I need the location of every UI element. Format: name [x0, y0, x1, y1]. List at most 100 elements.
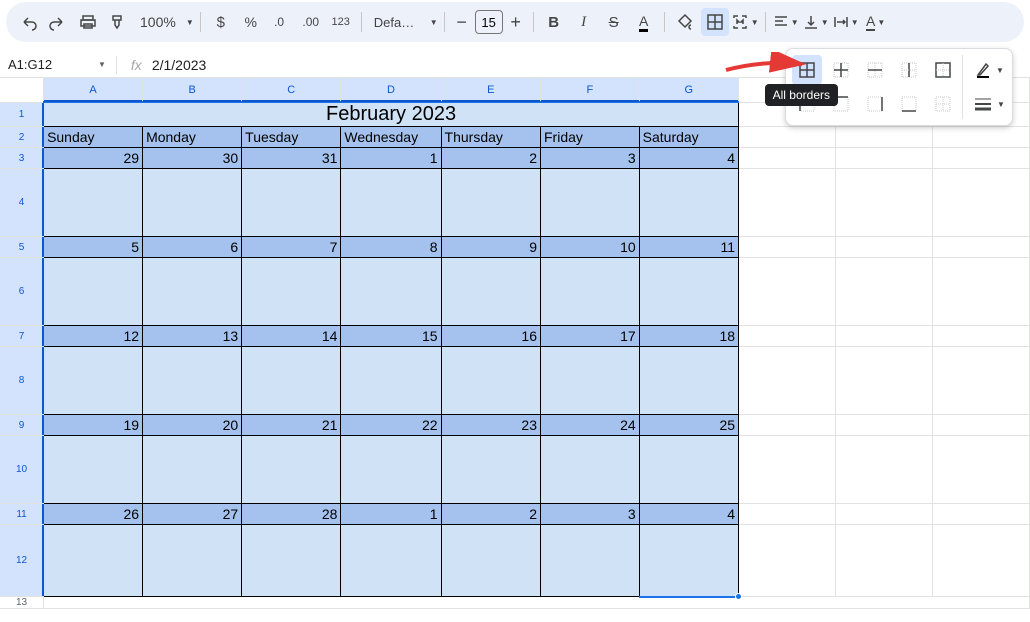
day-header[interactable]: Tuesday — [242, 127, 341, 148]
date-cell[interactable]: 11 — [639, 237, 738, 258]
row-header[interactable]: 3 — [0, 148, 44, 169]
grid-table[interactable]: A B C D E F G 1 February 2023 2 Sunday M… — [0, 78, 1030, 609]
col-header[interactable]: A — [44, 78, 143, 102]
date-cell[interactable]: 7 — [242, 237, 341, 258]
border-style-button[interactable]: ▼ — [969, 89, 1009, 119]
horizontal-align-button[interactable]: ▼ — [772, 8, 800, 36]
format-123-button[interactable]: 123 — [327, 8, 355, 36]
row-header[interactable]: 8 — [0, 347, 44, 415]
row-header[interactable]: 10 — [0, 436, 44, 504]
text-color-button[interactable]: A — [630, 8, 658, 36]
redo-button[interactable] — [44, 8, 72, 36]
row-header[interactable]: 7 — [0, 326, 44, 347]
date-cell[interactable]: 3 — [541, 504, 640, 525]
day-header[interactable]: Friday — [541, 127, 640, 148]
border-horizontal-button[interactable] — [860, 55, 890, 85]
date-cell[interactable]: 18 — [639, 326, 738, 347]
fill-color-button[interactable] — [671, 8, 699, 36]
date-cell[interactable]: 13 — [143, 326, 242, 347]
date-cell[interactable]: 12 — [44, 326, 143, 347]
paint-format-button[interactable] — [104, 8, 132, 36]
border-vertical-button[interactable] — [894, 55, 924, 85]
vertical-align-button[interactable]: ▼ — [802, 8, 830, 36]
date-cell[interactable]: 23 — [441, 415, 540, 436]
zoom-label[interactable]: 100% — [134, 14, 182, 30]
date-cell[interactable]: 10 — [541, 237, 640, 258]
currency-button[interactable]: $ — [207, 8, 235, 36]
date-cell[interactable]: 1 — [341, 504, 441, 525]
border-color-button[interactable]: ▼ — [969, 55, 1009, 85]
date-cell[interactable]: 15 — [341, 326, 441, 347]
undo-button[interactable] — [14, 8, 42, 36]
selection-handle[interactable] — [735, 593, 742, 600]
decrease-font-button[interactable]: − — [451, 12, 473, 33]
day-header[interactable]: Thursday — [441, 127, 540, 148]
col-header[interactable]: C — [242, 78, 341, 102]
row-header[interactable]: 4 — [0, 169, 44, 237]
row-header[interactable]: 9 — [0, 415, 44, 436]
date-cell[interactable]: 22 — [341, 415, 441, 436]
border-right-button[interactable] — [860, 89, 890, 119]
border-inner-button[interactable] — [826, 55, 856, 85]
day-header[interactable]: Wednesday — [341, 127, 441, 148]
date-cell[interactable]: 28 — [242, 504, 341, 525]
col-header[interactable]: G — [639, 78, 738, 102]
text-wrap-button[interactable]: ▼ — [832, 8, 860, 36]
font-size-input[interactable] — [478, 15, 500, 30]
increase-decimal-button[interactable]: .00 — [297, 8, 325, 36]
date-cell[interactable]: 21 — [242, 415, 341, 436]
date-cell[interactable]: 29 — [44, 148, 143, 169]
date-cell[interactable]: 30 — [143, 148, 242, 169]
date-cell[interactable]: 31 — [242, 148, 341, 169]
date-cell[interactable]: 4 — [639, 148, 738, 169]
date-cell[interactable]: 14 — [242, 326, 341, 347]
chevron-down-icon[interactable]: ▼ — [430, 18, 438, 27]
date-cell[interactable]: 5 — [44, 237, 143, 258]
day-header[interactable]: Saturday — [639, 127, 738, 148]
date-cell[interactable]: 26 — [44, 504, 143, 525]
italic-button[interactable]: I — [570, 8, 598, 36]
date-cell[interactable]: 16 — [441, 326, 540, 347]
bold-button[interactable]: B — [540, 8, 568, 36]
date-cell[interactable]: 25 — [639, 415, 738, 436]
row-header[interactable]: 12 — [0, 525, 44, 597]
row-header[interactable]: 11 — [0, 504, 44, 525]
date-cell[interactable]: 2 — [441, 148, 540, 169]
calendar-title[interactable]: February 2023 — [44, 102, 739, 127]
borders-button[interactable] — [701, 8, 729, 36]
merge-cells-button[interactable]: ▼ — [731, 8, 759, 36]
col-header[interactable]: B — [143, 78, 242, 102]
row-header[interactable]: 13 — [0, 597, 44, 609]
col-header[interactable]: D — [341, 78, 441, 102]
date-cell[interactable]: 4 — [639, 504, 738, 525]
date-cell[interactable]: 3 — [541, 148, 640, 169]
increase-font-button[interactable]: + — [505, 12, 527, 33]
strikethrough-button[interactable]: S — [600, 8, 628, 36]
day-header[interactable]: Sunday — [44, 127, 143, 148]
chevron-down-icon[interactable]: ▼ — [186, 18, 194, 27]
date-cell[interactable]: 24 — [541, 415, 640, 436]
day-header[interactable]: Monday — [143, 127, 242, 148]
date-cell[interactable]: 2 — [441, 504, 540, 525]
border-none-button[interactable] — [928, 89, 958, 119]
date-cell[interactable]: 20 — [143, 415, 242, 436]
border-bottom-button[interactable] — [894, 89, 924, 119]
decrease-decimal-button[interactable]: .0 — [267, 8, 295, 36]
name-box[interactable]: A1:G12 — [0, 53, 92, 77]
row-header[interactable]: 6 — [0, 258, 44, 326]
date-cell[interactable]: 17 — [541, 326, 640, 347]
border-outer-button[interactable] — [928, 55, 958, 85]
text-rotation-button[interactable]: A▼ — [862, 8, 890, 36]
row-header[interactable]: 5 — [0, 237, 44, 258]
print-button[interactable] — [74, 8, 102, 36]
date-cell[interactable]: 1 — [341, 148, 441, 169]
date-cell[interactable]: 9 — [441, 237, 540, 258]
select-all-corner[interactable] — [0, 78, 44, 102]
row-header[interactable]: 2 — [0, 127, 44, 148]
namebox-dropdown[interactable]: ▼ — [92, 60, 112, 69]
date-cell[interactable]: 8 — [341, 237, 441, 258]
percent-button[interactable]: % — [237, 8, 265, 36]
col-header[interactable]: F — [541, 78, 640, 102]
font-family-select[interactable]: Defaul… — [368, 15, 426, 30]
date-cell[interactable]: 27 — [143, 504, 242, 525]
